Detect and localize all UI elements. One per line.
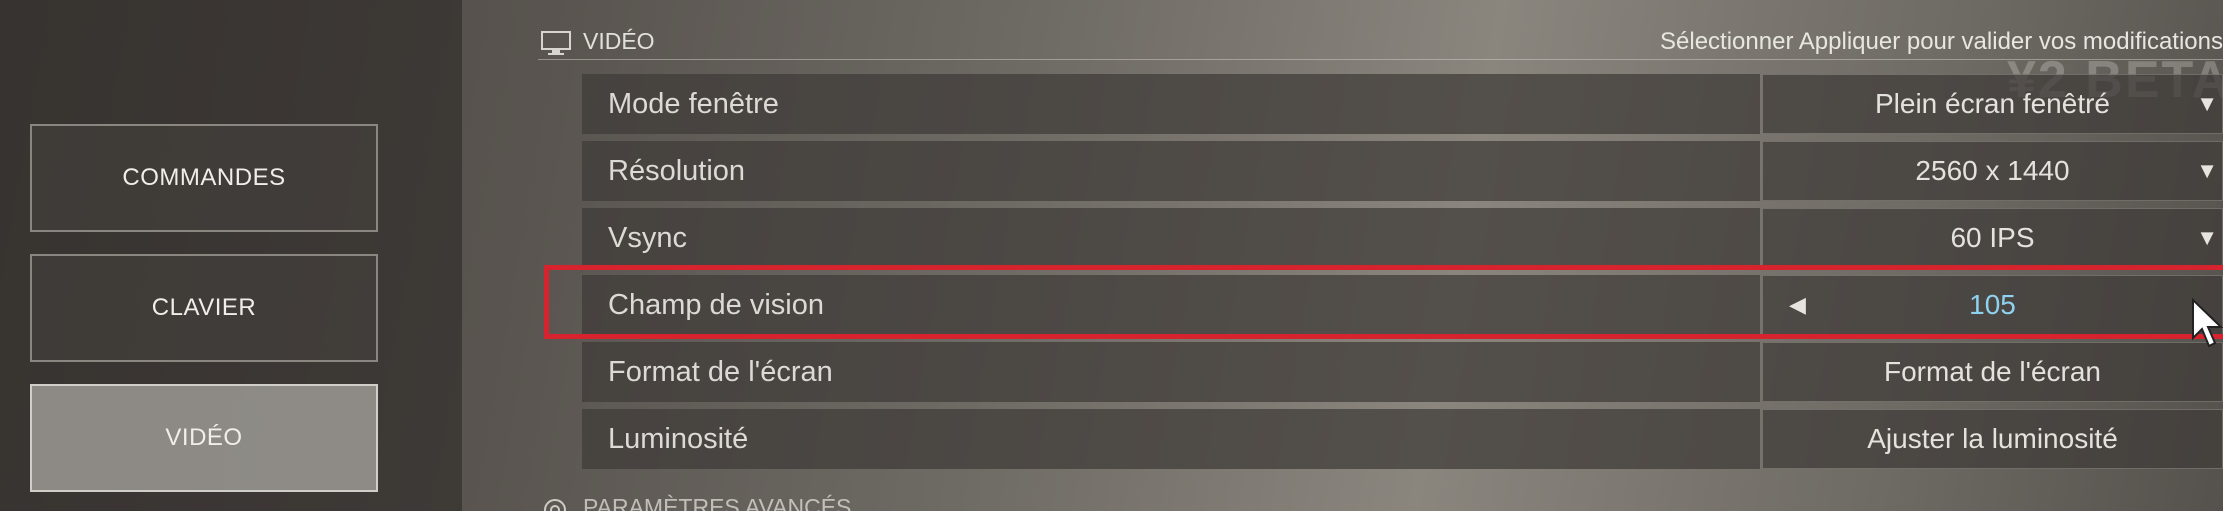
screen-format-button[interactable]: Format de l'écran [1762, 342, 2223, 402]
section-title: VIDÉO [583, 28, 655, 54]
dropdown-arrow-icon: ▼ [2196, 91, 2218, 116]
setting-value: Ajuster la luminosité [1867, 423, 2118, 454]
setting-value: Format de l'écran [1884, 356, 2101, 387]
mouse-cursor-icon [2192, 298, 2223, 348]
window-mode-dropdown[interactable]: Plein écran fenêtré ▼ [1762, 74, 2223, 134]
sidebar-item-label: CLAVIER [151, 294, 257, 321]
dropdown-arrow-icon: ▼ [2196, 158, 2218, 183]
setting-row-window-mode[interactable]: Mode fenêtre Plein écran fenêtré ▼ [582, 74, 2223, 134]
setting-label: Format de l'écran [582, 342, 1760, 402]
dropdown-arrow-icon: ▼ [2196, 225, 2218, 250]
setting-label: Luminosité [582, 409, 1760, 469]
vsync-dropdown[interactable]: 60 IPS ▼ [1762, 208, 2223, 268]
sidebar-item-commandes[interactable]: COMMANDES [30, 124, 378, 232]
setting-value: 2560 x 1440 [1915, 155, 2070, 186]
setting-value: 60 IPS [1950, 222, 2035, 253]
setting-row-screen-format[interactable]: Format de l'écran Format de l'écran [582, 342, 2223, 402]
settings-panel: VIDÉO Sélectionner Appliquer pour valide… [462, 0, 2223, 511]
setting-row-resolution[interactable]: Résolution 2560 x 1440 ▼ [582, 141, 2223, 201]
setting-row-vsync[interactable]: Vsync 60 IPS ▼ [582, 208, 2223, 268]
sidebar-item-clavier[interactable]: CLAVIER [30, 254, 378, 362]
setting-row-brightness[interactable]: Luminosité Ajuster la luminosité [582, 409, 2223, 469]
advanced-settings-header[interactable]: PARAMÈTRES AVANCÉS [583, 494, 851, 511]
setting-label: Résolution [582, 141, 1760, 201]
gear-icon [544, 499, 566, 511]
section-divider [538, 59, 2223, 60]
sidebar: COMMANDES CLAVIER VIDÉO [0, 0, 462, 511]
setting-label: Mode fenêtre [582, 74, 1760, 134]
resolution-dropdown[interactable]: 2560 x 1440 ▼ [1762, 141, 2223, 201]
selection-highlight [544, 265, 2223, 339]
brightness-button[interactable]: Ajuster la luminosité [1762, 409, 2223, 469]
setting-value: Plein écran fenêtré [1874, 88, 2111, 119]
sidebar-item-video[interactable]: VIDÉO [30, 384, 378, 492]
sidebar-item-label: VIDÉO [165, 424, 243, 451]
setting-label: Vsync [582, 208, 1760, 268]
sidebar-item-label: COMMANDES [122, 164, 286, 191]
monitor-icon [541, 31, 571, 55]
